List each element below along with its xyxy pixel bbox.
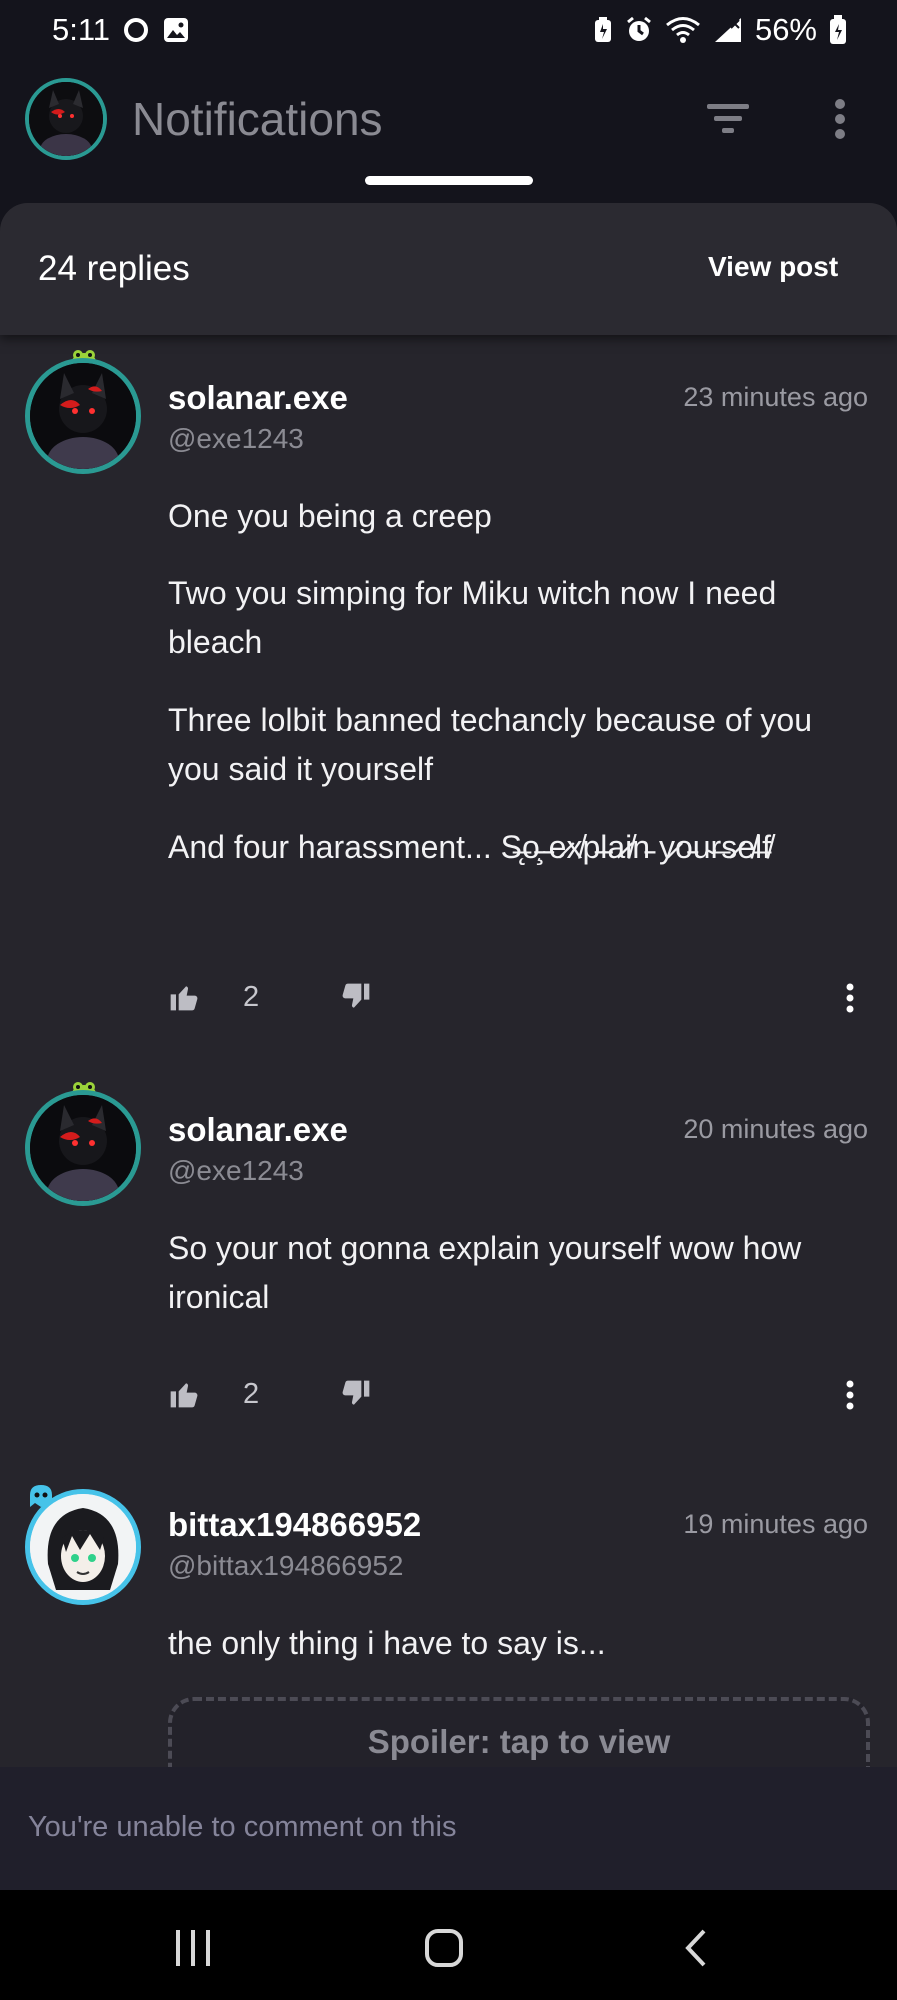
like-count: 2 [243,1378,260,1410]
replies-sheet: 24 replies View post solanar.exe @exe124… [0,203,897,1770]
comment-author-name[interactable]: solanar.exe [168,1111,348,1149]
signal-icon [713,16,743,44]
comment-disabled-text: You're unable to comment on this [28,1811,457,1843]
home-icon[interactable] [424,1928,464,1973]
comment-author-name[interactable]: bittax194866952 [168,1506,421,1544]
vote-row: 2 [168,1378,868,1418]
back-icon[interactable] [682,1928,712,1973]
spoiler-label: Spoiler: tap to view [367,1723,671,1760]
replies-count: 24 replies [38,249,190,288]
recents-icon[interactable] [172,1928,214,1973]
comment-body: So your not gonna explain yourself wow h… [0,1203,897,1503]
comment-paragraph: So your not gonna explain yourself wow h… [168,1230,802,1315]
status-time: 5:11 [52,12,111,47]
sheet-header: 24 replies View post [0,203,897,335]
thumbs-up-icon[interactable] [168,1378,204,1414]
avatar[interactable] [25,1090,141,1206]
more-vert-icon[interactable] [842,1378,858,1414]
comment-composer: You're unable to comment on this [0,1767,897,1890]
status-bar: 5:11 56% [0,0,897,60]
record-icon [122,16,150,44]
profile-avatar[interactable] [25,78,107,160]
battery-saver-icon [593,16,613,44]
status-right: 56% [593,12,847,48]
comment-author-handle: @bittax194866952 [168,1550,404,1581]
status-left: 5:11 [52,12,190,48]
comment-timestamp: 20 minutes ago [683,1114,868,1144]
comment-paragraph: the only thing i have to say is... [168,1625,606,1661]
battery-icon [829,15,847,45]
filter-icon[interactable] [703,98,753,138]
comment-timestamp: 19 minutes ago [683,1509,868,1539]
more-vert-icon[interactable] [825,94,855,144]
thumbs-down-icon[interactable] [340,1378,376,1414]
sheet-drag-handle[interactable] [365,176,533,185]
page-title: Notifications [132,93,383,145]
wifi-icon [665,16,701,44]
spoiler-block[interactable]: Spoiler: tap to view [168,1697,870,1770]
comment-item: solanar.exe @exe1243 20 minutes ago [0,203,897,1206]
app-bar: Notifications [0,60,897,180]
image-icon [162,16,190,44]
alarm-icon [625,16,653,44]
battery-percent: 56% [754,12,817,47]
system-nav-bar [0,1890,897,2000]
avatar[interactable] [25,1489,141,1605]
comment-author-handle: @exe1243 [168,1155,304,1186]
view-post-button[interactable]: View post [708,251,838,283]
